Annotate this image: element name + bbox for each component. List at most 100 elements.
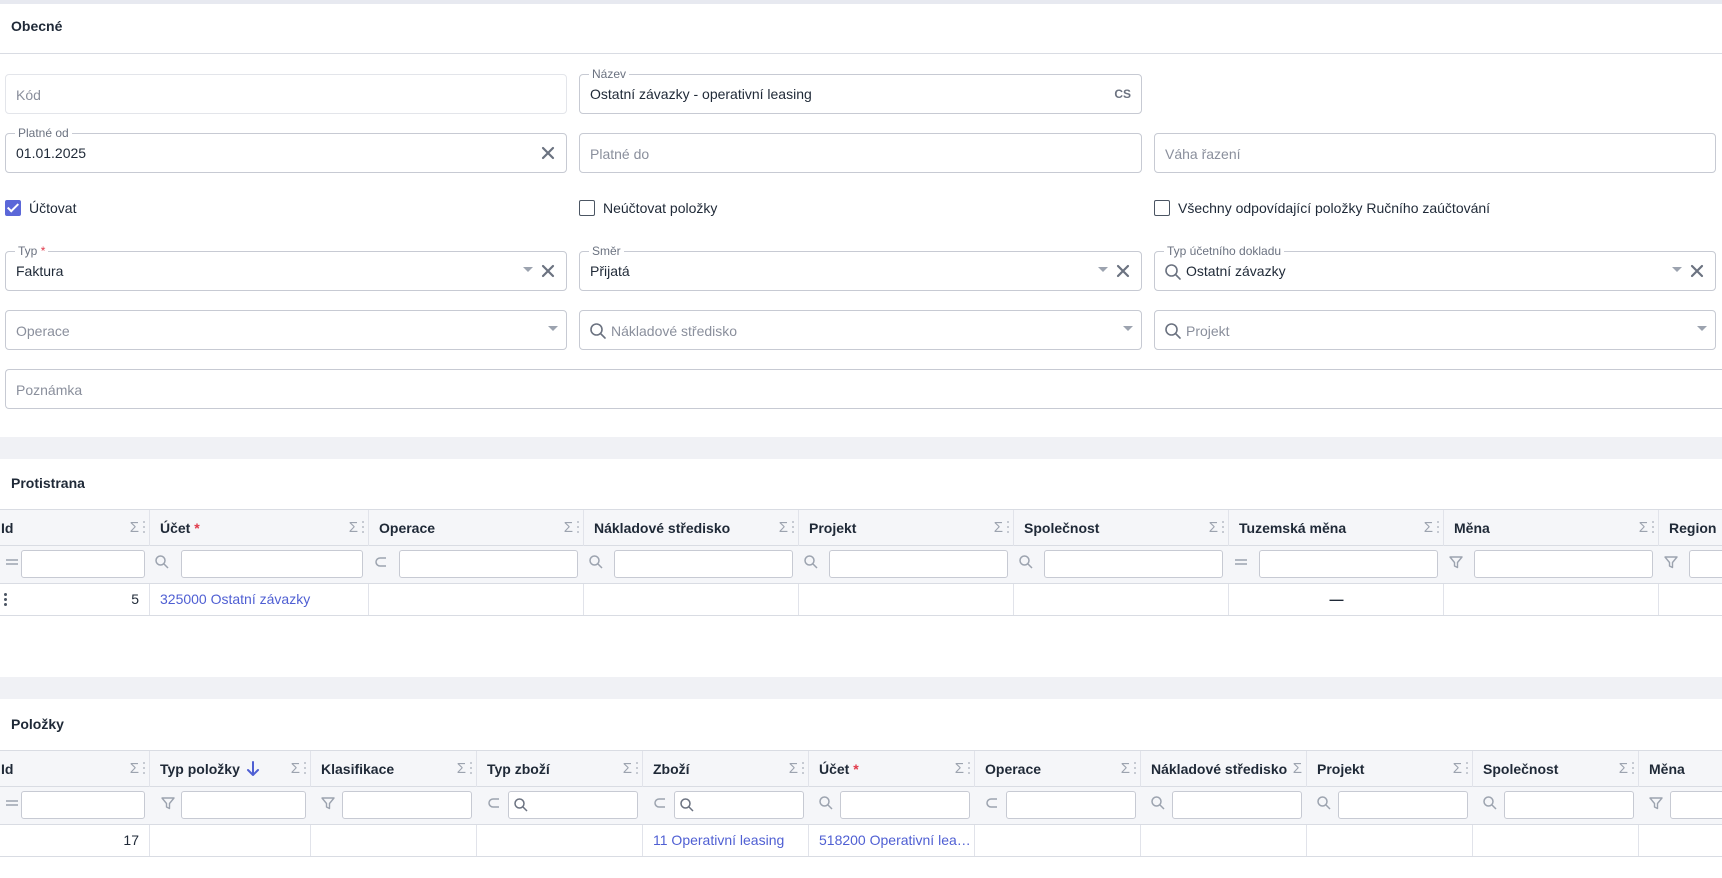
search-icon[interactable] — [588, 554, 604, 570]
filter-input[interactable] — [181, 791, 306, 819]
filter-region[interactable] — [1659, 546, 1722, 583]
column-header-operation[interactable]: Operace Σ — [369, 510, 584, 546]
filter-goods[interactable] — [643, 787, 809, 824]
column-header-project[interactable]: Projekt Σ — [1307, 751, 1473, 787]
filter-icon[interactable] — [1663, 554, 1679, 570]
table-row[interactable]: 17 11 Operativní leasing 518200 Operativ… — [0, 825, 1722, 857]
filter-icon[interactable] — [320, 795, 336, 811]
name-field[interactable]: Název Ostatní závazky - operativní leasi… — [579, 67, 1142, 114]
search-icon[interactable] — [1018, 554, 1034, 570]
goods-link[interactable]: 11 Operativní leasing — [653, 832, 784, 848]
search-icon[interactable] — [1316, 795, 1332, 811]
filter-item-type[interactable] — [150, 787, 311, 824]
search-icon[interactable] — [1150, 795, 1166, 811]
column-menu-icon[interactable] — [362, 521, 365, 535]
column-menu-icon[interactable] — [802, 762, 805, 776]
sigma-icon[interactable]: Σ — [1424, 519, 1433, 536]
filter-company[interactable] — [1473, 787, 1639, 824]
filter-input[interactable] — [1504, 791, 1634, 819]
column-header-classification[interactable]: Klasifikace Σ — [311, 751, 477, 787]
filter-currency[interactable] — [1444, 546, 1659, 583]
type-select[interactable]: Typ * Faktura — [5, 244, 567, 291]
column-header-id[interactable]: Id Σ — [0, 751, 150, 787]
column-header-goods-type[interactable]: Typ zboží Σ — [477, 751, 643, 787]
sigma-icon[interactable]: Σ — [130, 760, 139, 777]
column-header-account[interactable]: Účet * Σ — [809, 751, 975, 787]
sort-weight-field[interactable]: Váha řazení — [1154, 133, 1716, 173]
search-icon[interactable] — [818, 795, 834, 811]
checkbox-post-box[interactable] — [5, 200, 21, 216]
column-menu-icon[interactable] — [1437, 521, 1440, 535]
column-menu-icon[interactable] — [304, 762, 307, 776]
filter-goods-type[interactable] — [477, 787, 643, 824]
filter-input[interactable] — [1689, 550, 1722, 578]
clear-icon[interactable] — [1114, 262, 1132, 280]
filter-project[interactable] — [799, 546, 1014, 583]
sigma-icon[interactable]: Σ — [1639, 519, 1648, 536]
filter-input[interactable] — [21, 550, 145, 578]
filter-input[interactable] — [1006, 791, 1136, 819]
filter-input[interactable] — [840, 791, 970, 819]
filter-input[interactable] — [1338, 791, 1468, 819]
column-menu-icon[interactable] — [143, 762, 146, 776]
sigma-icon[interactable]: Σ — [779, 519, 788, 536]
column-menu-icon[interactable] — [792, 521, 795, 535]
chevron-down-icon[interactable] — [1098, 267, 1108, 272]
account-link[interactable]: 325000 Ostatní závazky — [160, 591, 310, 607]
column-menu-icon[interactable] — [1007, 521, 1010, 535]
language-badge[interactable]: CS — [1114, 87, 1131, 101]
filter-operation[interactable] — [975, 787, 1141, 824]
column-header-project[interactable]: Projekt Σ — [799, 510, 1014, 546]
filter-cost-center[interactable] — [1141, 787, 1307, 824]
column-menu-icon[interactable] — [968, 762, 971, 776]
search-icon[interactable] — [1482, 795, 1498, 811]
clear-icon[interactable] — [1688, 262, 1706, 280]
chevron-down-icon[interactable] — [1697, 326, 1707, 331]
filter-domestic-currency[interactable] — [1229, 546, 1444, 583]
filter-input[interactable] — [1670, 791, 1722, 819]
cell-account[interactable]: 518200 Operativní lea… — [809, 825, 975, 856]
search-icon[interactable] — [154, 554, 170, 570]
filter-icon[interactable] — [160, 795, 176, 811]
chevron-down-icon[interactable] — [1672, 267, 1682, 272]
column-menu-icon[interactable] — [1222, 521, 1225, 535]
column-menu-icon[interactable] — [1652, 521, 1655, 535]
subset-icon[interactable] — [373, 554, 389, 570]
filter-project[interactable] — [1307, 787, 1473, 824]
sigma-icon[interactable]: Σ — [1293, 760, 1302, 777]
column-header-company[interactable]: Společnost Σ — [1473, 751, 1639, 787]
column-menu-icon[interactable] — [470, 762, 473, 776]
column-header-company[interactable]: Společnost Σ — [1014, 510, 1229, 546]
clear-icon[interactable] — [539, 262, 557, 280]
sigma-icon[interactable]: Σ — [1121, 760, 1130, 777]
equals-icon[interactable] — [1233, 554, 1249, 570]
column-menu-icon[interactable] — [1632, 762, 1635, 776]
row-menu-icon[interactable] — [4, 593, 7, 606]
filter-input[interactable] — [1172, 791, 1302, 819]
filter-currency[interactable] — [1639, 787, 1722, 824]
checkbox-no-post-items[interactable]: Neúčtovat položky — [579, 200, 717, 216]
column-menu-icon[interactable] — [143, 521, 146, 535]
checkbox-all-manual[interactable]: Všechny odpovídající položky Ručního zaú… — [1154, 200, 1490, 216]
account-link[interactable]: 518200 Operativní lea… — [819, 832, 971, 848]
column-header-currency[interactable]: Měna Σ — [1444, 510, 1659, 546]
note-field[interactable]: Poznámka — [5, 369, 1722, 409]
column-header-domestic-currency[interactable]: Tuzemská měna Σ — [1229, 510, 1444, 546]
doc-type-select[interactable]: Typ účetního dokladu Ostatní závazky — [1154, 244, 1716, 291]
column-menu-icon[interactable] — [1466, 762, 1469, 776]
column-menu-icon[interactable] — [577, 521, 580, 535]
sigma-icon[interactable]: Σ — [349, 519, 358, 536]
sigma-icon[interactable]: Σ — [789, 760, 798, 777]
filter-input[interactable] — [508, 791, 638, 819]
column-header-goods[interactable]: Zboží Σ — [643, 751, 809, 787]
equals-icon[interactable] — [4, 795, 20, 811]
column-header-operation[interactable]: Operace Σ — [975, 751, 1141, 787]
sigma-icon[interactable]: Σ — [1209, 519, 1218, 536]
column-header-cost-center[interactable]: Nákladové středisko Σ — [1141, 751, 1307, 787]
filter-cost-center[interactable] — [584, 546, 799, 583]
filter-input[interactable] — [1474, 550, 1653, 578]
column-header-account[interactable]: Účet * Σ — [150, 510, 369, 546]
sigma-icon[interactable]: Σ — [291, 760, 300, 777]
filter-icon[interactable] — [1448, 554, 1464, 570]
chevron-down-icon[interactable] — [523, 267, 533, 272]
